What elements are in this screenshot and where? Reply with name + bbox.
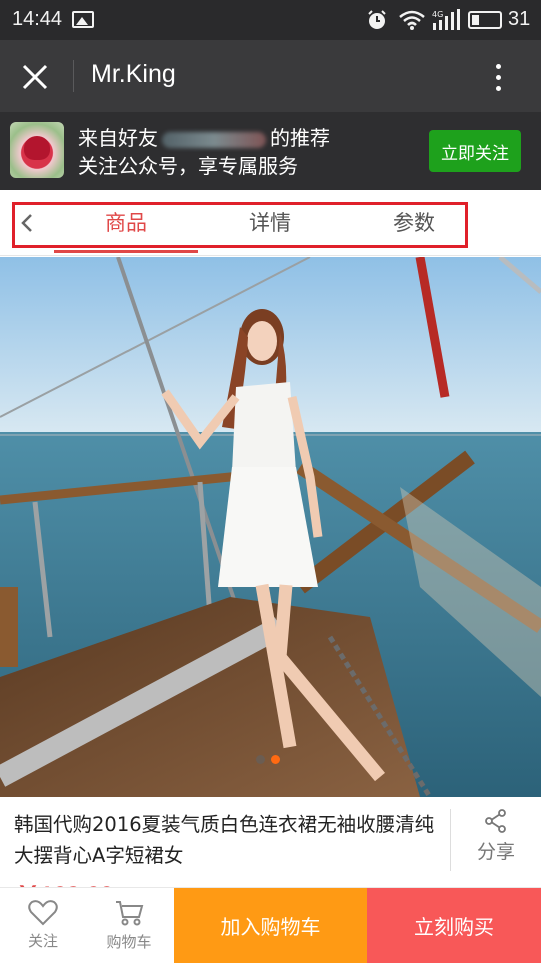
close-button[interactable] xyxy=(12,54,58,100)
active-tab-indicator xyxy=(54,250,198,253)
close-icon xyxy=(22,64,48,90)
annotation-highlight-box xyxy=(12,202,468,248)
gallery-icon xyxy=(72,11,94,28)
carousel-dot-active[interactable] xyxy=(271,755,280,764)
cart-icon xyxy=(116,901,144,926)
battery-level: 31 xyxy=(508,8,531,30)
status-bar: 14:44 4G 31 xyxy=(0,0,541,40)
bottom-action-bar: 关注 购物车 加入购物车 立刻购买 xyxy=(0,887,541,963)
wifi-icon xyxy=(399,10,425,30)
heart-icon xyxy=(28,900,58,926)
follow-button[interactable]: 立即关注 xyxy=(429,130,521,172)
favorite-button[interactable]: 关注 xyxy=(0,888,86,963)
carousel-dot[interactable] xyxy=(256,755,265,764)
page-title: Mr.King xyxy=(91,60,176,88)
add-to-cart-button[interactable]: 加入购物车 xyxy=(174,888,367,963)
product-image-carousel[interactable] xyxy=(0,257,541,797)
buy-now-button[interactable]: 立刻购买 xyxy=(367,888,541,963)
status-time: 14:44 xyxy=(12,8,63,30)
recommendation-text: 来自好友 的推荐 xyxy=(78,126,330,150)
follow-prompt-text: 关注公众号，享专属服务 xyxy=(78,154,298,178)
more-vertical-icon xyxy=(495,63,501,69)
alarm-icon xyxy=(368,10,386,29)
share-icon xyxy=(485,809,506,833)
tab-bar: 商品 详情 参数 xyxy=(0,190,541,256)
app-bar-divider xyxy=(73,60,74,92)
product-photo xyxy=(0,257,541,797)
favorite-label: 关注 xyxy=(27,932,58,950)
info-divider xyxy=(450,809,451,871)
recommendation-banner: 来自好友 的推荐 关注公众号，享专属服务 立即关注 xyxy=(0,112,541,190)
cart-label: 购物车 xyxy=(106,933,152,951)
product-title: 韩国代购2016夏装气质白色连衣裙无袖收腰清纯大摆背心A字短裙女 xyxy=(14,813,435,867)
app-bar: Mr.King xyxy=(0,40,541,112)
battery-icon xyxy=(468,11,502,29)
account-avatar xyxy=(10,122,64,178)
signal-icon: 4G xyxy=(432,9,460,30)
redacted-friend-name xyxy=(162,131,266,148)
more-button[interactable] xyxy=(480,54,516,100)
product-info: 韩国代购2016夏装气质白色连衣裙无袖收腰清纯大摆背心A字短裙女 分享 ￥109… xyxy=(0,797,541,909)
share-label: 分享 xyxy=(476,841,515,863)
share-button[interactable]: 分享 xyxy=(460,809,532,875)
carousel-indicator xyxy=(256,755,280,764)
network-type-label: 4G xyxy=(432,10,443,19)
shopping-cart-button[interactable]: 购物车 xyxy=(86,888,172,963)
